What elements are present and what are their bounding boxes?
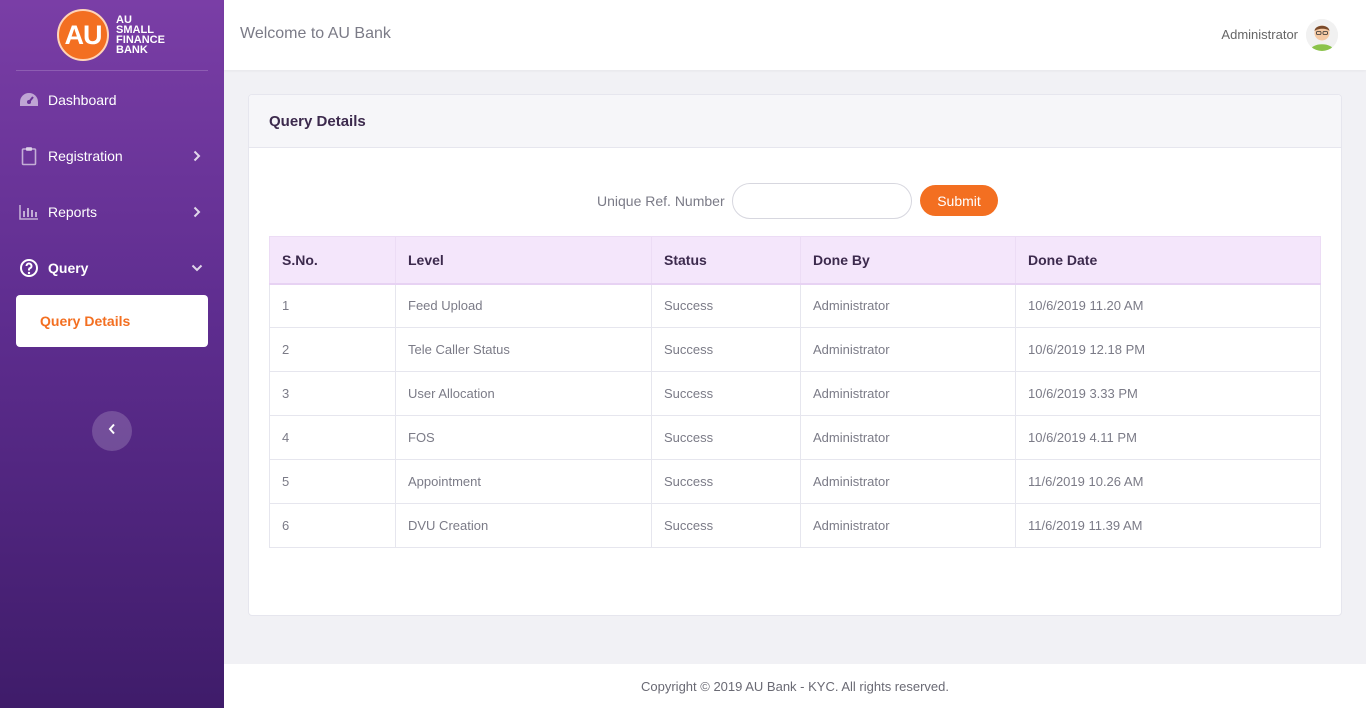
sidebar-item-label: Query bbox=[48, 260, 89, 276]
welcome-text: Welcome to AU Bank bbox=[240, 25, 391, 42]
logo-text: AU SMALL FINANCE BANK bbox=[116, 15, 165, 56]
cell-done-by: Administrator bbox=[800, 503, 1016, 548]
chevron-left-icon bbox=[108, 422, 116, 440]
card-header: Query Details bbox=[249, 95, 1341, 148]
cell-status: Success bbox=[651, 415, 801, 460]
ref-number-input[interactable] bbox=[732, 183, 912, 219]
cell-sno: 4 bbox=[269, 415, 396, 460]
avatar[interactable] bbox=[1306, 19, 1338, 51]
logo-mark: AU bbox=[57, 9, 110, 61]
sidebar-item-dashboard[interactable]: Dashboard bbox=[0, 72, 224, 128]
table-row: 1 Feed Upload Success Administrator 10/6… bbox=[269, 283, 1321, 328]
footer: Copyright © 2019 AU Bank - KYC. All righ… bbox=[224, 664, 1366, 708]
cell-done-by: Administrator bbox=[800, 327, 1016, 372]
user-name[interactable]: Administrator bbox=[1221, 27, 1298, 42]
cell-sno: 1 bbox=[269, 283, 396, 328]
column-header: S.No. bbox=[269, 236, 396, 285]
query-table: S.No. Level Status Done By Done Date 1 F… bbox=[269, 236, 1321, 548]
cell-status: Success bbox=[651, 459, 801, 504]
ref-number-label: Unique Ref. Number bbox=[597, 193, 725, 209]
chevron-right-icon bbox=[190, 149, 204, 163]
table-row: 3 User Allocation Success Administrator … bbox=[269, 371, 1321, 416]
question-circle-icon bbox=[18, 257, 40, 279]
cell-done-date: 10/6/2019 3.33 PM bbox=[1015, 371, 1321, 416]
column-header: Done Date bbox=[1015, 236, 1321, 285]
table-row: 5 Appointment Success Administrator 11/6… bbox=[269, 459, 1321, 504]
cell-done-date: 10/6/2019 12.18 PM bbox=[1015, 327, 1321, 372]
cell-done-by: Administrator bbox=[800, 415, 1016, 460]
cell-sno: 5 bbox=[269, 459, 396, 504]
table-row: 2 Tele Caller Status Success Administrat… bbox=[269, 327, 1321, 372]
search-row: Unique Ref. Number Submit bbox=[249, 183, 1341, 219]
column-header: Done By bbox=[800, 236, 1016, 285]
cell-done-date: 11/6/2019 10.26 AM bbox=[1015, 459, 1321, 504]
cell-level: DVU Creation bbox=[395, 503, 652, 548]
card-title: Query Details bbox=[269, 112, 366, 130]
logo[interactable]: AU AU SMALL FINANCE BANK bbox=[57, 9, 165, 61]
cell-done-by: Administrator bbox=[800, 371, 1016, 416]
cell-status: Success bbox=[651, 283, 801, 328]
column-header: Status bbox=[651, 236, 801, 285]
collapse-sidebar-button[interactable] bbox=[92, 411, 132, 451]
table-row: 6 DVU Creation Success Administrator 11/… bbox=[269, 503, 1321, 548]
cell-level: Feed Upload bbox=[395, 283, 652, 328]
sidebar-item-label: Reports bbox=[48, 204, 98, 220]
table-header-row: S.No. Level Status Done By Done Date bbox=[269, 236, 1321, 285]
brand: AU AU SMALL FINANCE BANK bbox=[0, 0, 224, 70]
sidebar-nav: Dashboard Registration Reports Query bbox=[0, 72, 224, 296]
cell-level: FOS bbox=[395, 415, 652, 460]
top-header: Welcome to AU Bank Administrator bbox=[224, 0, 1366, 70]
sidebar: AU AU SMALL FINANCE BANK Dashboard Regis… bbox=[0, 0, 224, 708]
cell-sno: 3 bbox=[269, 371, 396, 416]
cell-done-by: Administrator bbox=[800, 459, 1016, 504]
sidebar-item-reports[interactable]: Reports bbox=[0, 184, 224, 240]
cell-sno: 6 bbox=[269, 503, 396, 548]
cell-sno: 2 bbox=[269, 327, 396, 372]
cell-done-by: Administrator bbox=[800, 283, 1016, 328]
divider bbox=[16, 70, 208, 71]
speedometer-icon bbox=[18, 89, 40, 111]
sidebar-item-label: Dashboard bbox=[48, 92, 117, 108]
cell-status: Success bbox=[651, 371, 801, 416]
table-row: 4 FOS Success Administrator 10/6/2019 4.… bbox=[269, 415, 1321, 460]
chevron-down-icon bbox=[190, 261, 204, 275]
sidebar-item-label: Registration bbox=[48, 148, 123, 164]
submit-button[interactable]: Submit bbox=[920, 185, 998, 216]
cell-level: Appointment bbox=[395, 459, 652, 504]
query-details-card: Query Details Unique Ref. Number Submit … bbox=[248, 94, 1342, 616]
logo-line: BANK bbox=[116, 44, 148, 56]
sidebar-item-registration[interactable]: Registration bbox=[0, 128, 224, 184]
column-header: Level bbox=[395, 236, 652, 285]
cell-status: Success bbox=[651, 327, 801, 372]
sidebar-subitem-label: Query Details bbox=[40, 313, 131, 329]
cell-level: User Allocation bbox=[395, 371, 652, 416]
sidebar-subitem-query-details[interactable]: Query Details bbox=[16, 295, 208, 347]
cell-status: Success bbox=[651, 503, 801, 548]
cell-done-date: 11/6/2019 11.39 AM bbox=[1015, 503, 1321, 548]
sidebar-item-query[interactable]: Query bbox=[0, 240, 224, 296]
copyright-text: Copyright © 2019 AU Bank - KYC. All righ… bbox=[641, 678, 949, 694]
bar-chart-icon bbox=[18, 201, 40, 223]
cell-done-date: 10/6/2019 11.20 AM bbox=[1015, 283, 1321, 328]
cell-done-date: 10/6/2019 4.11 PM bbox=[1015, 415, 1321, 460]
chevron-right-icon bbox=[190, 205, 204, 219]
cell-level: Tele Caller Status bbox=[395, 327, 652, 372]
clipboard-icon bbox=[18, 145, 40, 167]
